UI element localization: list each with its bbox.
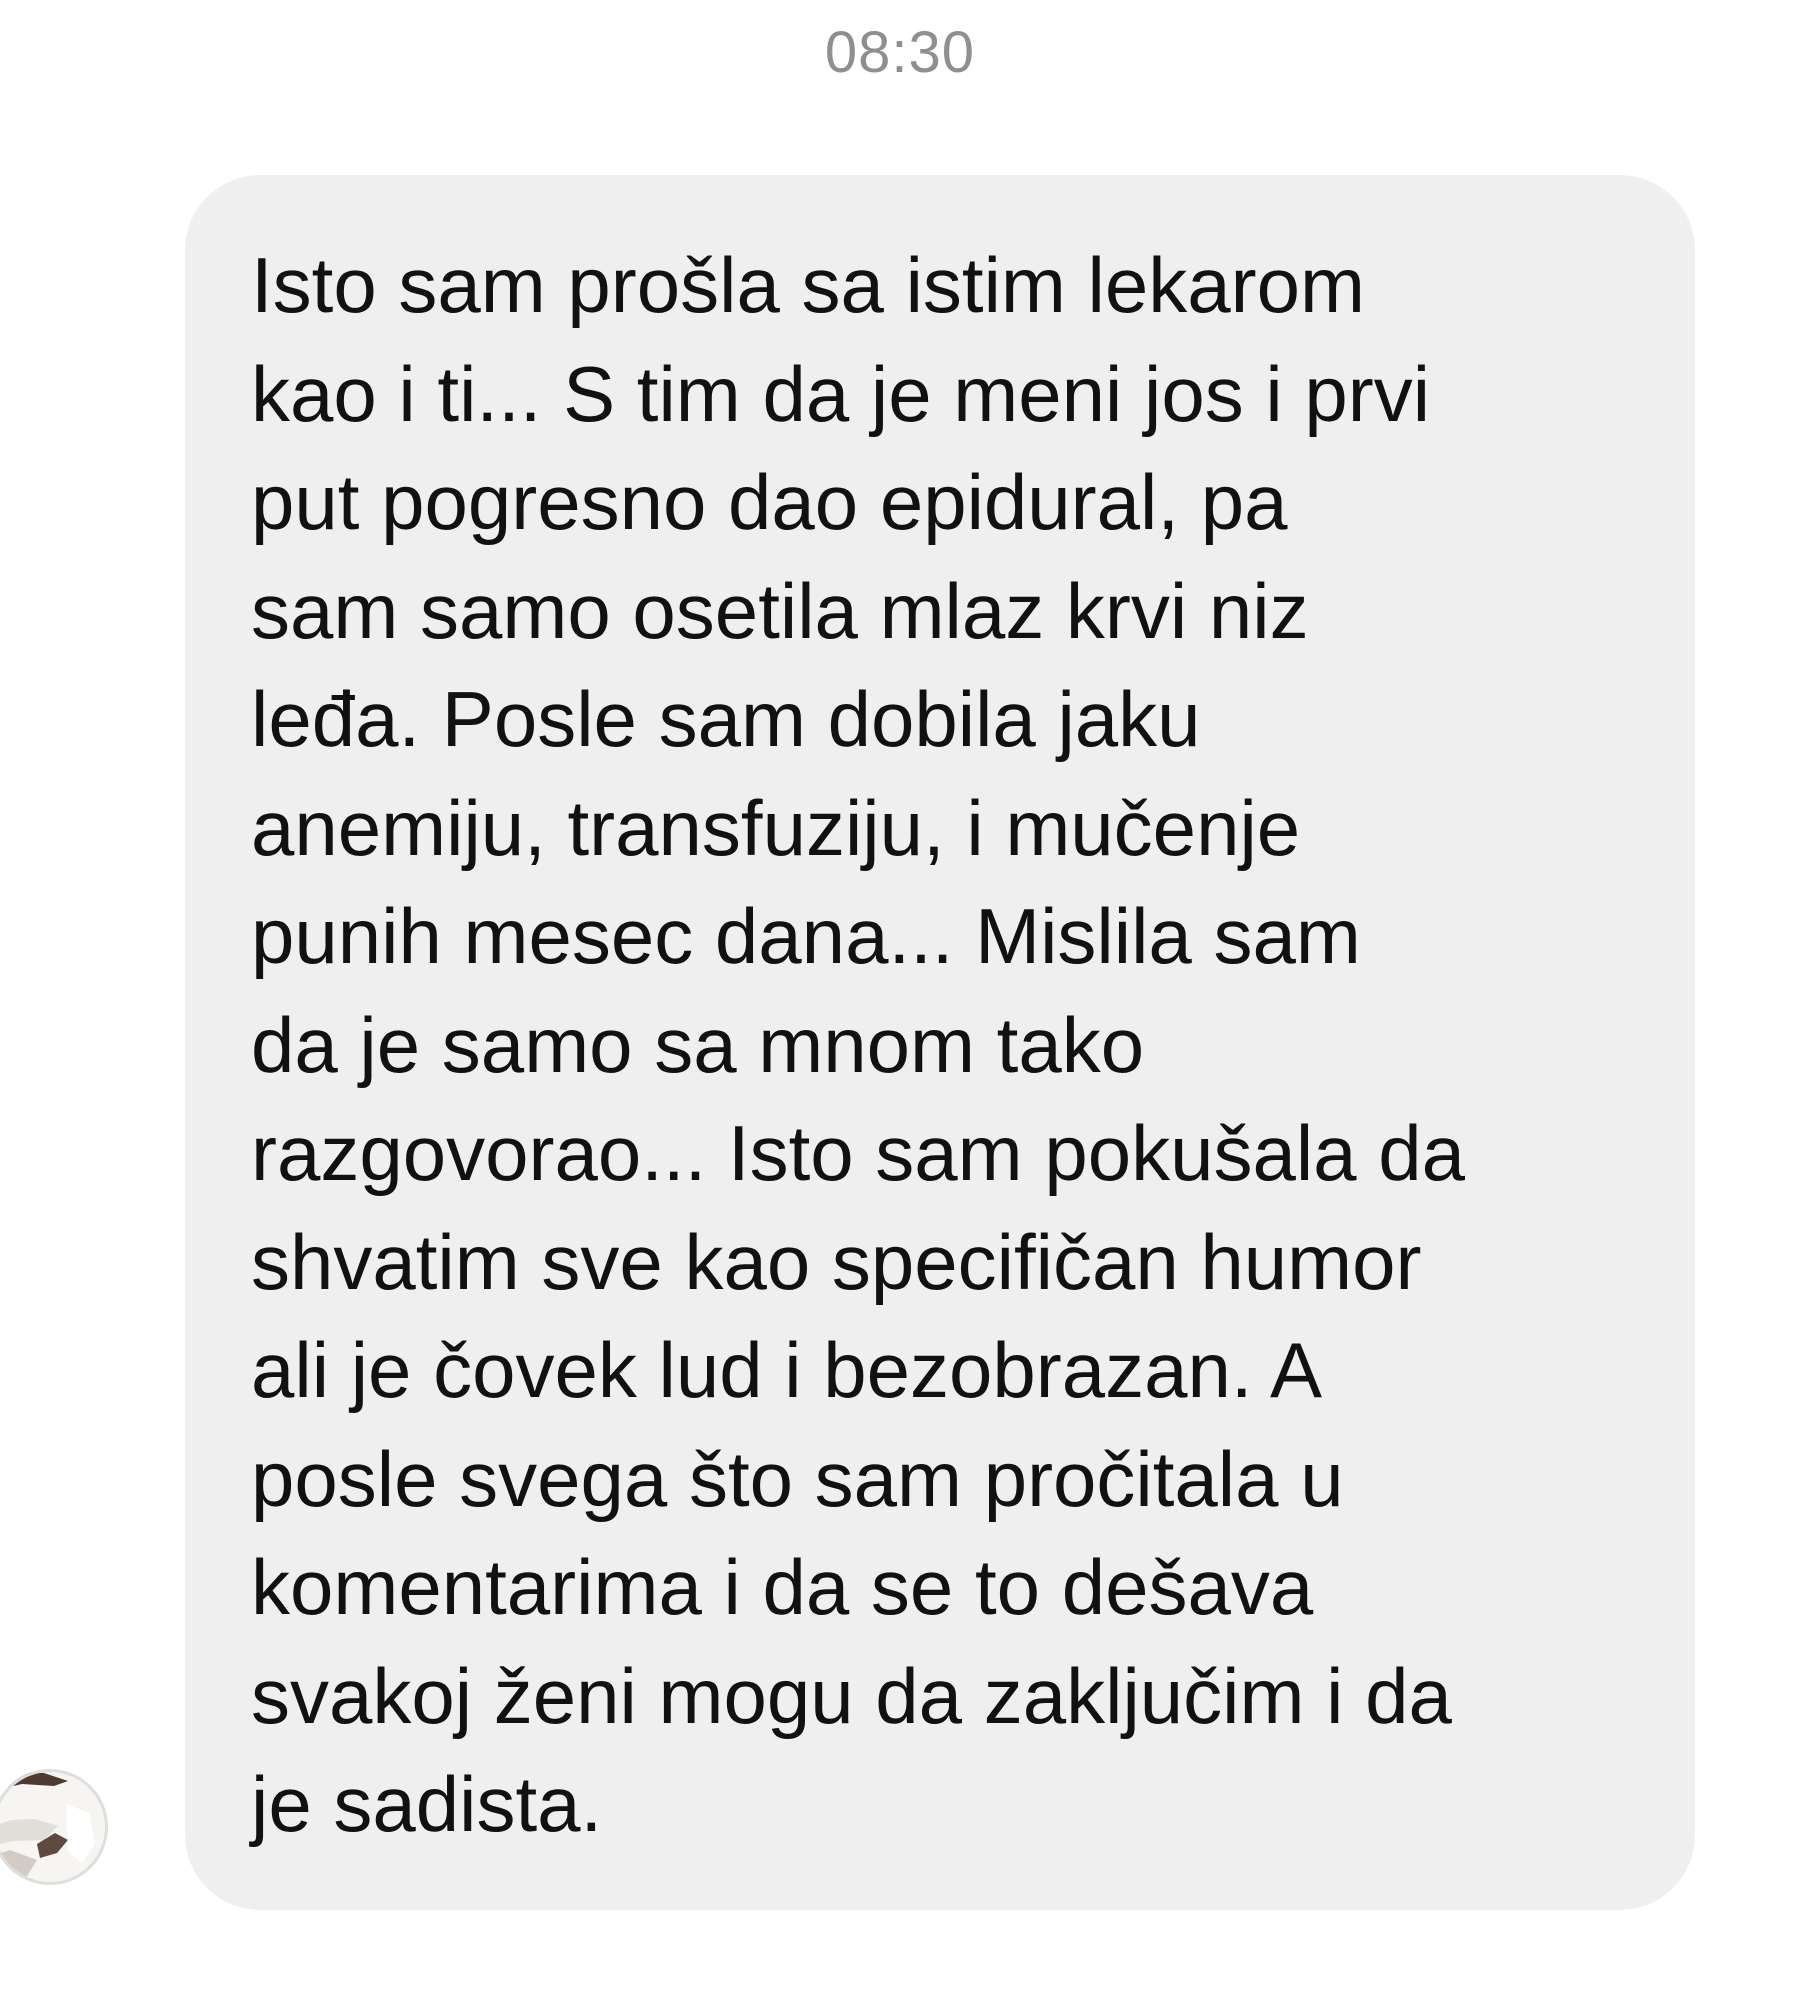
message-line: komentarima i da se to dešava — [251, 1543, 1314, 1631]
message-line: posle svega što sam pročitala u — [251, 1434, 1344, 1523]
message-text: Isto sam prošla sa istim lekarom kao i t… — [251, 231, 1655, 1859]
message-line: put pogresno dao epidural, pa — [251, 458, 1288, 546]
message-line: ali je čovek lud i bezobrazan. A — [251, 1326, 1322, 1414]
message-line: Isto sam prošla sa istim lekarom — [251, 241, 1365, 329]
message-timestamp: 08:30 — [824, 20, 976, 85]
message-line: anemiju, transfuziju, i mučenje — [251, 783, 1301, 872]
message-line: je sadista. — [251, 1760, 603, 1848]
message-line: da je samo sa mnom tako — [251, 1000, 1145, 1089]
sender-avatar[interactable] — [0, 1752, 116, 1902]
message-line: punih mesec dana... Mislila sam — [251, 892, 1361, 980]
avatar-image — [0, 1769, 108, 1885]
message-line: leđa. Posle sam dobila jaku — [251, 675, 1201, 763]
message-line: sam samo osetila mlaz krvi niz — [251, 566, 1309, 655]
message-line: kao i ti... S tim da je meni jos i prvi — [251, 349, 1431, 438]
message-line: razgovorao... Isto sam pokušala da — [251, 1109, 1465, 1197]
message-line: svakoj ženi mogu da zaključim i da — [251, 1651, 1452, 1740]
message-bubble[interactable]: Isto sam prošla sa istim lekarom kao i t… — [185, 175, 1695, 1910]
message-line: shvatim sve kao specifičan humor — [251, 1217, 1422, 1306]
